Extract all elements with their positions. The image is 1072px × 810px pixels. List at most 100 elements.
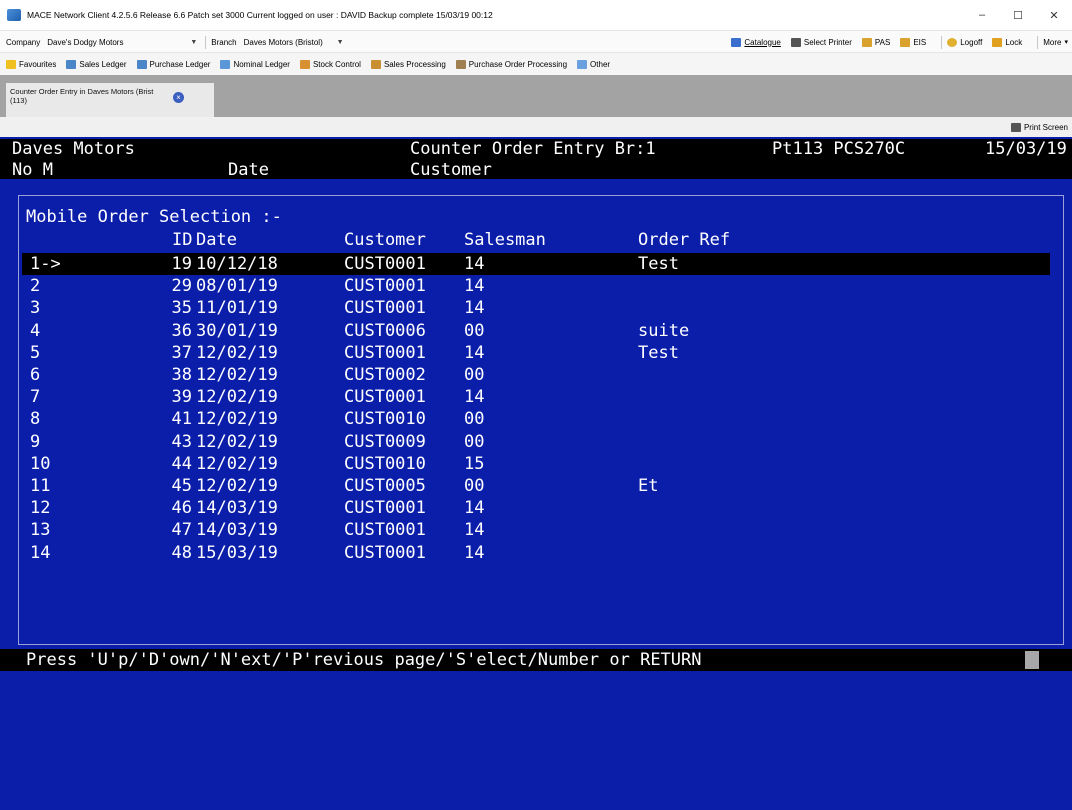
nominal-ledger-menu[interactable]: Nominal Ledger: [220, 59, 290, 69]
right-toolbar: Catalogue Select Printer PAS EIS Logoff …: [731, 31, 1072, 53]
row-id: 43: [171, 431, 192, 452]
print-screen-label: Print Screen: [1023, 122, 1068, 132]
maximize-button[interactable]: ☐: [1000, 0, 1036, 30]
row-customer: CUST0001: [344, 542, 426, 563]
row-salesman: 15: [464, 453, 485, 474]
company-bar: Company Dave's Dodgy Motors ▼ Branch Dav…: [0, 30, 1072, 53]
row-id: 35: [171, 298, 192, 319]
row-order-ref: Et: [638, 476, 659, 496]
row-date: 12/02/19: [196, 409, 278, 430]
tab-title-line2: (113): [10, 96, 27, 105]
row-salesman: 14: [464, 498, 485, 519]
eis-button[interactable]: EIS: [900, 37, 926, 47]
purchase-ledger-menu[interactable]: Purchase Ledger: [136, 59, 211, 69]
tab-title: Counter Order Entry in Daves Motors (Bri…: [10, 87, 170, 105]
logoff-button[interactable]: Logoff: [947, 37, 983, 47]
row-salesman: 14: [464, 387, 485, 408]
catalogue-button[interactable]: Catalogue: [731, 37, 781, 47]
pas-button[interactable]: PAS: [861, 37, 890, 47]
row-date: 12/02/19: [196, 387, 278, 408]
sales-ledger-menu[interactable]: Sales Ledger: [66, 59, 127, 69]
row-number: 8: [30, 409, 41, 430]
divider: [1037, 35, 1039, 49]
row-date: 12/02/19: [196, 342, 278, 363]
select-printer-label: Select Printer: [803, 37, 852, 47]
sales-ledger-icon: [66, 59, 77, 69]
column-header-salesman: Salesman: [464, 230, 546, 250]
row-customer: CUST0001: [344, 254, 426, 274]
row-salesman: 00: [464, 320, 485, 341]
favourites-label: Favourites: [19, 59, 57, 69]
row-salesman: 14: [464, 276, 485, 297]
other-icon: [577, 59, 588, 69]
header-title: Counter Order Entry Br:1: [410, 139, 656, 159]
row-salesman: 14: [464, 254, 485, 274]
sub-date-label: Date: [228, 160, 269, 180]
row-id: 39: [171, 387, 192, 408]
row-number: 1->: [30, 254, 61, 274]
row-number: 6: [30, 365, 41, 385]
tab-counter-order-entry[interactable]: Counter Order Entry in Daves Motors (Bri…: [6, 83, 214, 117]
sales-processing-menu[interactable]: Sales Processing: [370, 59, 446, 69]
printer-icon: [1010, 122, 1021, 132]
row-salesman: 00: [464, 476, 485, 496]
other-menu[interactable]: Other: [577, 59, 611, 69]
window-title: MACE Network Client 4.2.5.6 Release 6.6 …: [27, 10, 493, 20]
column-header-id: ID: [172, 230, 193, 250]
row-date: 12/02/19: [196, 431, 278, 452]
row-customer: CUST0005: [344, 476, 426, 496]
row-date: 11/01/19: [196, 298, 278, 319]
row-salesman: 14: [464, 298, 485, 319]
minimize-button[interactable]: –: [964, 0, 1000, 30]
logoff-label: Logoff: [960, 37, 983, 47]
header-date: 15/03/19: [985, 139, 1067, 159]
sales-processing-label: Sales Processing: [383, 59, 446, 69]
row-number: 7: [30, 387, 41, 408]
row-customer: CUST0009: [344, 431, 426, 452]
row-customer: CUST0001: [344, 342, 426, 363]
purchase-order-icon: [455, 59, 466, 69]
row-id: 46: [171, 498, 192, 519]
row-id: 48: [171, 542, 192, 563]
row-customer: CUST0006: [344, 320, 426, 341]
purchase-ledger-label: Purchase Ledger: [149, 59, 211, 69]
row-customer: CUST0001: [344, 387, 426, 408]
more-button[interactable]: More ▾: [1043, 38, 1068, 47]
select-printer-button[interactable]: Select Printer: [790, 37, 852, 47]
window-controls: – ☐ ✕: [964, 0, 1072, 30]
lock-icon: [992, 37, 1003, 47]
panel-title: Mobile Order Selection :-: [26, 207, 282, 227]
row-customer: CUST0001: [344, 298, 426, 319]
row-order-ref: Test: [638, 254, 679, 274]
sub-no-label: No M: [12, 160, 53, 180]
row-number: 14: [30, 542, 51, 563]
nominal-ledger-label: Nominal Ledger: [233, 59, 290, 69]
row-salesman: 14: [464, 342, 485, 363]
purchase-order-processing-menu[interactable]: Purchase Order Processing: [455, 59, 568, 69]
row-number: 3: [30, 298, 41, 319]
stock-control-menu[interactable]: Stock Control: [299, 59, 361, 69]
purchase-order-processing-label: Purchase Order Processing: [468, 59, 568, 69]
more-label: More: [1043, 37, 1062, 47]
tab-close-icon[interactable]: ×: [173, 92, 184, 103]
row-order-ref: Test: [638, 342, 679, 363]
print-screen-button[interactable]: Print Screen: [1010, 119, 1068, 135]
row-salesman: 00: [464, 365, 485, 385]
row-customer: CUST0001: [344, 520, 426, 541]
branch-select[interactable]: Daves Motors (Bristol) ▼: [241, 34, 347, 50]
company-select[interactable]: Dave's Dodgy Motors ▼: [44, 34, 200, 50]
terminal-screen[interactable]: Daves Motors Counter Order Entry Br:1 Pt…: [0, 137, 1072, 810]
star-icon: [6, 59, 16, 69]
row-number: 4: [30, 320, 41, 341]
favourites-menu[interactable]: Favourites: [6, 59, 57, 69]
divider: [205, 35, 207, 49]
catalogue-icon: [731, 37, 742, 47]
lock-button[interactable]: Lock: [992, 37, 1022, 47]
stock-control-label: Stock Control: [312, 59, 361, 69]
row-id: 36: [171, 320, 192, 341]
row-salesman: 14: [464, 520, 485, 541]
branch-label: Branch: [211, 37, 237, 47]
other-label: Other: [590, 59, 611, 69]
close-button[interactable]: ✕: [1036, 0, 1072, 30]
row-salesman: 00: [464, 431, 485, 452]
